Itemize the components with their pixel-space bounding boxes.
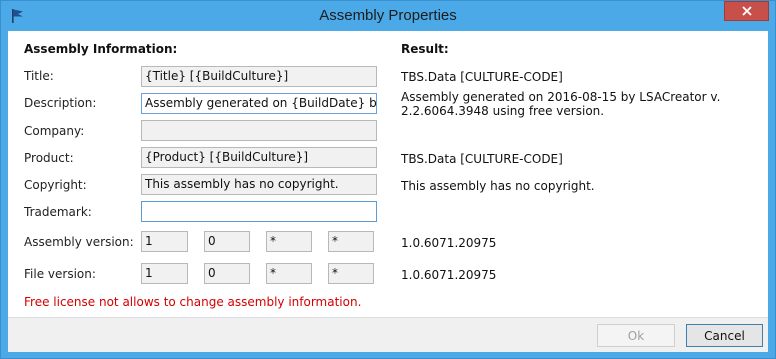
- ok-button[interactable]: Ok: [597, 324, 675, 347]
- file-version-label: File version:: [24, 267, 96, 281]
- title-label: Title:: [24, 69, 54, 83]
- result-heading: Result:: [401, 42, 449, 56]
- copyright-field[interactable]: This assembly has no copyright.: [141, 174, 377, 195]
- cancel-button[interactable]: Cancel: [686, 324, 763, 347]
- title-field[interactable]: {Title} [{BuildCulture}]: [141, 66, 377, 87]
- file-version-revision[interactable]: *: [328, 263, 374, 284]
- dialog-content: Assembly Information: Result: Title: {Ti…: [8, 31, 768, 317]
- assembly-version-major[interactable]: 1: [141, 231, 188, 252]
- description-result-line2: 2.2.6064.3948 using free version.: [401, 104, 605, 118]
- license-warning: Free license not allows to change assemb…: [24, 295, 362, 309]
- file-version-minor[interactable]: 0: [204, 263, 250, 284]
- window-title: Assembly Properties: [319, 7, 457, 24]
- close-icon: [741, 6, 752, 16]
- assembly-version-minor[interactable]: 0: [204, 231, 250, 252]
- copyright-result: This assembly has no copyright.: [401, 179, 595, 193]
- file-version-major[interactable]: 1: [141, 263, 188, 284]
- copyright-label: Copyright:: [24, 178, 87, 192]
- product-label: Product:: [24, 151, 74, 165]
- assembly-properties-window: Assembly Properties Assembly Information…: [0, 0, 776, 359]
- assembly-information-heading: Assembly Information:: [24, 42, 178, 56]
- description-field[interactable]: Assembly generated on {BuildDate} by: [141, 93, 377, 114]
- file-version-result: 1.0.6071.20975: [401, 268, 497, 282]
- dialog-footer: Ok Cancel: [8, 317, 768, 352]
- description-label: Description:: [24, 96, 97, 110]
- title-bar[interactable]: Assembly Properties: [1, 1, 775, 31]
- trademark-field[interactable]: [141, 201, 377, 222]
- assembly-version-result: 1.0.6071.20975: [401, 236, 497, 250]
- assembly-version-build[interactable]: *: [266, 231, 312, 252]
- description-result-line1: Assembly generated on 2016-08-15 by LSAC…: [401, 90, 721, 104]
- assembly-version-revision[interactable]: *: [328, 231, 374, 252]
- product-result: TBS.Data [CULTURE-CODE]: [401, 152, 563, 166]
- company-field[interactable]: [141, 120, 377, 141]
- title-result: TBS.Data [CULTURE-CODE]: [401, 70, 563, 84]
- close-button[interactable]: [724, 1, 769, 21]
- company-label: Company:: [24, 124, 85, 138]
- assembly-version-label: Assembly version:: [24, 235, 134, 249]
- product-field[interactable]: {Product} [{BuildCulture}]: [141, 147, 377, 168]
- trademark-label: Trademark:: [24, 205, 92, 219]
- file-version-build[interactable]: *: [266, 263, 312, 284]
